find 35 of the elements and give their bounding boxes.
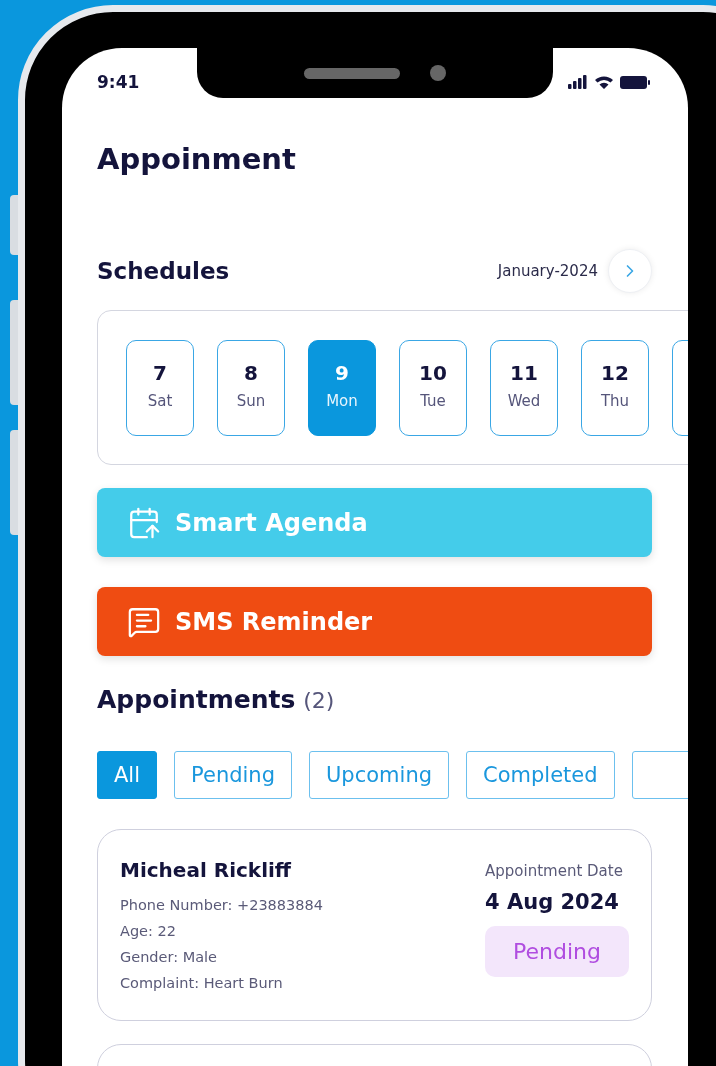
patient-detail: Complaint: Heart Burn xyxy=(120,974,284,993)
patient-detail: Age: 22 xyxy=(120,922,177,941)
smart-agenda-button[interactable]: Smart Agenda xyxy=(97,488,652,557)
month-label: January-2024 xyxy=(497,262,598,280)
date-tile[interactable]: 10 Tue xyxy=(399,340,467,436)
sms-reminder-button[interactable]: SMS Reminder xyxy=(97,587,652,656)
next-month-button[interactable] xyxy=(608,249,652,293)
battery-icon xyxy=(620,75,650,89)
date-tile[interactable]: 8 Sun xyxy=(217,340,285,436)
status-badge: Pending xyxy=(485,926,629,977)
filter-tab[interactable]: Pending xyxy=(174,751,292,799)
calendar-icon xyxy=(127,505,161,540)
wifi-icon xyxy=(594,75,614,89)
filter-tab[interactable]: Upcoming xyxy=(309,751,450,799)
section-title: Schedules xyxy=(97,258,230,284)
filter-tab[interactable]: Completed xyxy=(466,751,615,799)
page-title: Appoinment xyxy=(97,141,297,178)
status-time: 9:41 xyxy=(97,72,140,92)
patient-detail: Gender: Male xyxy=(120,948,219,967)
filter-tab[interactable] xyxy=(631,751,688,799)
speaker-icon xyxy=(304,67,400,79)
date-label: Appointment Date xyxy=(485,861,623,882)
appointment-card[interactable]: Micheal Rickliff Phone Number: +23883884 Age: 22 Gender: Male Complaint: Heart Burn Appointment Date 4 Aug 2024 Pending xyxy=(97,829,652,1021)
signal-icon xyxy=(568,75,588,89)
section-title: Appointments xyxy=(97,684,296,716)
patient-name: Micheal Rickliff xyxy=(120,857,293,884)
date-tile[interactable]: 7 Sat xyxy=(126,340,194,436)
appointment-date: 4 Aug 2024 xyxy=(485,889,619,916)
date-tile[interactable]: 11 Wed xyxy=(490,340,558,436)
filter-tab[interactable]: All xyxy=(97,751,158,799)
appointment-count: (2) xyxy=(303,687,335,715)
patient-detail: Phone Number: +23883884 xyxy=(120,896,323,915)
camera-icon xyxy=(430,65,446,81)
date-tile[interactable]: 9 Mon xyxy=(308,340,376,436)
date-tile[interactable]: 12 Thu xyxy=(581,340,649,436)
